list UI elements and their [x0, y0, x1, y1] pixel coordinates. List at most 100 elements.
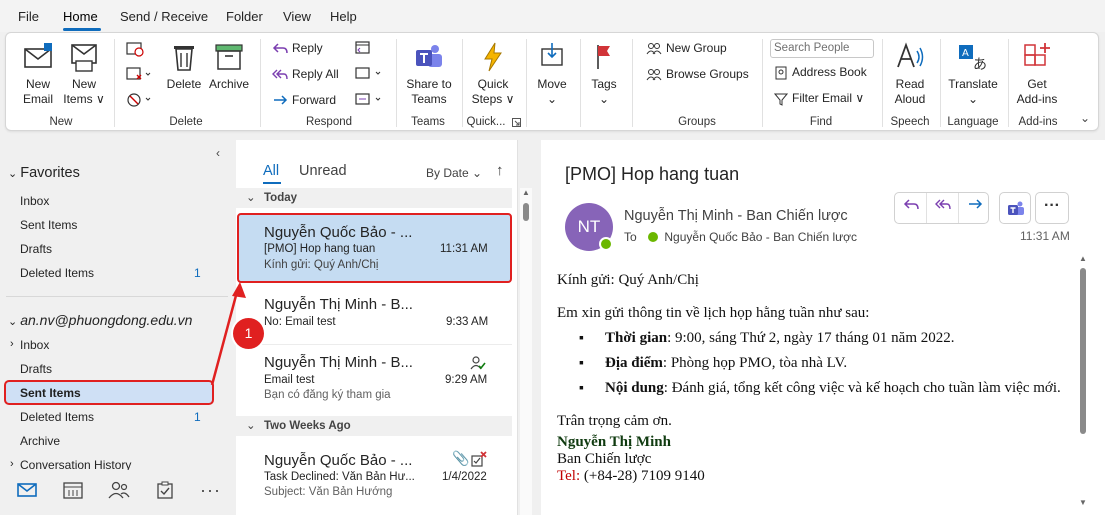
ribbon-group-find: Find	[809, 116, 833, 128]
list-scroll-thumb[interactable]	[523, 203, 529, 221]
ribbon-separator	[114, 39, 115, 127]
ignore-icon[interactable]	[126, 41, 144, 57]
clean-up-icon[interactable]	[126, 66, 152, 82]
forward-icon[interactable]	[959, 193, 990, 223]
ribbon-expand-chevron-icon[interactable]: ⌄	[1080, 111, 1090, 125]
menu-view[interactable]: View	[283, 9, 311, 24]
svg-text:A: A	[962, 48, 969, 59]
dialog-launcher-icon[interactable]	[512, 118, 521, 127]
reply-icon[interactable]	[895, 193, 926, 223]
teams-icon	[416, 45, 442, 67]
new-email-button[interactable]: New Email	[16, 41, 60, 107]
to-label: To	[624, 230, 637, 244]
fav-deleted-items[interactable]: Deleted Items	[20, 266, 94, 280]
tab-all[interactable]: All	[263, 163, 279, 179]
message-sender: Nguyễn Quốc Bảo - ...	[264, 224, 413, 241]
sort-direction-icon[interactable]: ↑	[496, 162, 504, 179]
browse-groups-button[interactable]: Browse Groups	[646, 67, 749, 82]
get-addins-label-2: Add-ins	[1016, 92, 1058, 106]
chevron-down-icon: ⌄	[246, 420, 256, 432]
acc-sent-items[interactable]: Sent Items	[20, 386, 81, 400]
delete-button[interactable]: Delete	[164, 41, 204, 92]
search-people-input[interactable]: Search People	[770, 39, 874, 58]
fav-sent-items[interactable]: Sent Items	[20, 218, 77, 232]
tags-button[interactable]: Tags ⌄	[586, 41, 622, 107]
group-header-two-weeks[interactable]: ⌄ Two Weeks Ago	[236, 416, 512, 436]
new-items-button[interactable]: New Items ∨	[62, 41, 106, 107]
reply-button[interactable]: Reply	[272, 41, 323, 56]
list-item[interactable]: Nguyễn Thị Minh - B... Email test 9:29 A…	[236, 345, 512, 407]
tasks-icon[interactable]	[156, 481, 174, 499]
forward-button[interactable]: Forward	[272, 93, 336, 108]
mail-icon[interactable]	[17, 482, 37, 498]
ribbon-separator	[940, 39, 941, 127]
list-scroll-track[interactable]: ▲	[520, 188, 532, 515]
translate-icon: Aあ	[959, 45, 987, 73]
translate-button[interactable]: Aあ Translate ⌄	[944, 41, 1002, 107]
quick-steps-button[interactable]: Quick Steps ∨	[468, 41, 518, 107]
share-to-teams-button[interactable]: Share to Teams	[402, 41, 456, 107]
scroll-down-icon[interactable]: ▼	[1079, 498, 1087, 507]
ribbon-separator	[580, 39, 581, 127]
acc-archive[interactable]: Archive	[20, 434, 60, 448]
reader-scroll-thumb[interactable]	[1080, 268, 1086, 434]
address-book-button[interactable]: Address Book	[774, 65, 867, 80]
menu-help[interactable]: Help	[330, 9, 357, 24]
sender-name[interactable]: Nguyễn Thị Minh - Ban Chiến lược	[624, 208, 848, 224]
scroll-up-icon[interactable]: ▲	[1079, 254, 1087, 263]
people-icon	[646, 42, 662, 55]
filter-email-button[interactable]: Filter Email ∨	[773, 91, 864, 106]
fav-inbox[interactable]: Inbox	[20, 194, 49, 208]
get-addins-button[interactable]: Get Add-ins	[1014, 41, 1060, 107]
collapse-pane-icon[interactable]: ‹	[216, 146, 220, 160]
chevron-right-icon[interactable]: ›	[10, 458, 14, 470]
group-header-today[interactable]: ⌄ Today	[236, 188, 512, 208]
fav-drafts[interactable]: Drafts	[20, 242, 52, 256]
favorites-header[interactable]: ⌄ Favorites	[8, 165, 80, 181]
annotation-step-marker: 1	[233, 318, 264, 349]
calendar-icon[interactable]	[63, 481, 83, 499]
list-item[interactable]: Nguyễn Thị Minh - B... No: Email test 9:…	[236, 288, 512, 344]
acc-drafts[interactable]: Drafts	[20, 362, 52, 376]
list-item[interactable]: Nguyễn Quốc Bảo - ... 📎 Task Declined: V…	[236, 440, 512, 506]
menu-file[interactable]: File	[18, 9, 39, 24]
teams-chat-button[interactable]	[999, 192, 1031, 224]
message-preview: Subject: Văn Bản Hướng	[264, 486, 393, 498]
junk-icon[interactable]	[126, 91, 152, 109]
browse-groups-label: Browse Groups	[666, 67, 749, 81]
chevron-right-icon[interactable]: ›	[10, 338, 14, 350]
ribbon-group-addins: Add-ins	[1018, 116, 1058, 128]
acc-deleted-items[interactable]: Deleted Items	[20, 410, 94, 424]
menu-home[interactable]: Home	[63, 9, 98, 24]
signature-tel: Tel: (+84-28) 7109 9140	[557, 468, 1077, 485]
meeting-icon[interactable]	[354, 39, 372, 55]
scroll-up-icon[interactable]: ▲	[522, 188, 530, 197]
reader-scroll-track[interactable]: ▲ ▼	[1077, 254, 1089, 515]
new-email-label-1: New	[25, 77, 50, 91]
pane-divider[interactable]	[534, 140, 541, 515]
move-button[interactable]: Move ⌄	[532, 41, 572, 107]
tab-all-underline	[263, 182, 281, 184]
new-group-button[interactable]: New Group	[646, 41, 727, 56]
recipient-name[interactable]: Nguyễn Quốc Bảo - Ban Chiến lược	[664, 230, 857, 244]
menu-send-receive[interactable]: Send / Receive	[120, 9, 208, 24]
account-header[interactable]: ⌄ an.nv@phuongdong.edu.vn	[8, 312, 192, 328]
tab-unread[interactable]: Unread	[299, 163, 347, 179]
people-icon[interactable]	[108, 481, 130, 499]
more-actions-icon[interactable]: ···	[1035, 192, 1069, 224]
archive-button[interactable]: Archive	[206, 41, 252, 92]
menu-folder[interactable]: Folder	[226, 9, 263, 24]
read-aloud-button[interactable]: Read Aloud	[888, 41, 932, 107]
message-subject: Task Declined: Văn Bản Hư...	[264, 471, 415, 483]
acc-inbox[interactable]: Inbox	[20, 338, 49, 352]
reply-all-button[interactable]: Reply All	[272, 67, 339, 82]
ribbon-separator	[396, 39, 397, 127]
sort-by-date-button[interactable]: By Date ⌄	[426, 166, 482, 180]
reply-all-icon[interactable]	[927, 193, 958, 223]
list-item[interactable]: Nguyễn Quốc Bảo - ... [PMO] Hop hang tua…	[236, 213, 512, 283]
svg-text:あ: あ	[973, 57, 987, 73]
im-icon[interactable]	[354, 65, 384, 81]
more-apps-icon[interactable]: ···	[200, 480, 221, 501]
meeting-accepted-icon	[470, 356, 486, 370]
more-respond-icon[interactable]	[354, 91, 384, 107]
